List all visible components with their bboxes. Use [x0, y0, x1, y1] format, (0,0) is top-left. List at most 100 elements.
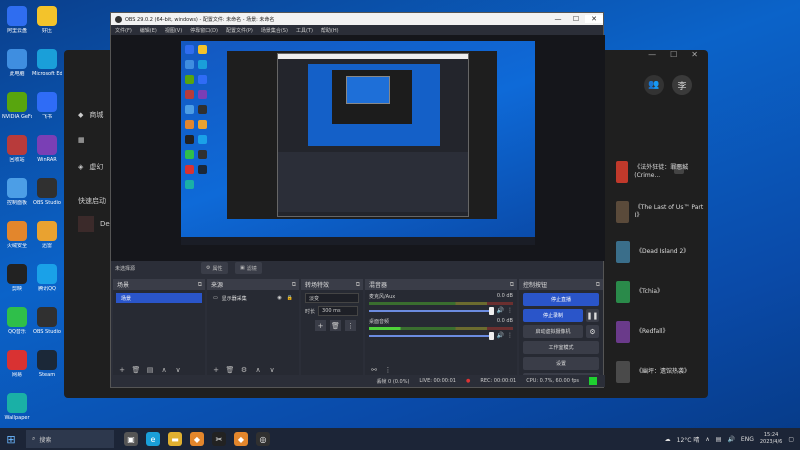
game-item[interactable]: 《Tchia》 [616, 274, 706, 310]
close-icon[interactable]: ✕ [585, 15, 603, 23]
filter-icon[interactable]: ▤ [144, 365, 156, 376]
jianying-icon[interactable]: ✂ [212, 432, 226, 446]
menu-item[interactable]: 帮助(H) [321, 27, 339, 34]
volume-slider[interactable] [369, 306, 494, 315]
close-icon[interactable]: ✕ [691, 50, 698, 64]
filters-button[interactable]: ▣ 滤镜 [235, 262, 262, 274]
game-item[interactable]: 《The Last of Us™ Part I》 [616, 194, 706, 230]
studio-mode-button[interactable]: 工作室模式 [523, 341, 599, 354]
menu-item[interactable]: 文件(F) [115, 27, 132, 34]
user-avatar[interactable]: 李 [672, 75, 692, 95]
desktop-icon[interactable]: 网易 [2, 348, 32, 387]
popout-icon[interactable]: ⧉ [356, 281, 360, 289]
desktop-icon[interactable]: QQ音乐 [2, 305, 32, 344]
friends-icon[interactable]: 👥 [644, 75, 664, 95]
desktop-icon[interactable]: 飞书 [32, 90, 62, 129]
desktop-icon[interactable]: 阿里云盘 [2, 4, 32, 43]
scene-item[interactable]: 场景 [116, 293, 202, 303]
popout-icon[interactable]: ⧉ [198, 281, 202, 289]
game-item[interactable]: 《法外狂徒：罪恶城 (Crime... [616, 154, 706, 190]
huorong-icon[interactable]: ◆ [190, 432, 204, 446]
popout-icon[interactable]: ⧉ [292, 281, 296, 289]
speaker-icon[interactable]: 🔊 [497, 307, 504, 314]
desktop-icon[interactable]: Microsoft Edge [32, 47, 62, 86]
obs-icon[interactable]: ◎ [256, 432, 270, 446]
virtual-camera-button[interactable]: 启动虚拟摄像机 [523, 325, 583, 338]
task-view-icon[interactable]: ▣ [124, 432, 138, 446]
eye-icon[interactable]: ◉ [277, 295, 281, 301]
arrow-down-icon[interactable]: ∨ [172, 365, 184, 376]
maximize-icon[interactable]: ☐ [567, 15, 585, 23]
desktop-icon[interactable]: OBS Studio [32, 305, 62, 344]
transition-select[interactable]: 淡变 [305, 293, 359, 303]
language-indicator[interactable]: ENG [741, 436, 754, 443]
windows-start-icon[interactable]: ⊞ [0, 433, 22, 446]
menu-item[interactable]: 配置文件(P) [226, 27, 253, 34]
trash-icon[interactable]: 🗑 [130, 365, 142, 376]
desktop-icon[interactable]: 火绒安全 [2, 219, 32, 258]
trash-icon[interactable]: 🗑 [224, 365, 236, 376]
menu-item[interactable]: 场景集合(S) [261, 27, 288, 34]
file-explorer-icon[interactable]: ▬ [168, 432, 182, 446]
stop-recording-button[interactable]: 停止录制 [523, 309, 583, 322]
notification-icon[interactable]: ▢ [788, 436, 794, 443]
minimize-icon[interactable]: — [549, 15, 567, 23]
preview-canvas[interactable] [181, 41, 535, 245]
desktop-icon[interactable]: 好压 [32, 4, 62, 43]
settings-button[interactable]: 设置 [523, 357, 599, 370]
popout-icon[interactable]: ⧉ [510, 281, 514, 289]
popout-icon[interactable]: ⧉ [596, 281, 600, 289]
menu-icon[interactable]: ⋮ [507, 307, 513, 314]
arrow-down-icon[interactable]: ∨ [266, 365, 278, 376]
desktop-icon[interactable]: Steam [32, 348, 62, 387]
menu-item[interactable]: 工具(T) [296, 27, 313, 34]
source-item[interactable]: ▭ 显示器采集 ◉ 🔒 [210, 293, 296, 303]
link-icon[interactable]: ⚯ [368, 365, 380, 376]
add-icon[interactable]: + [116, 365, 128, 376]
speaker-icon[interactable]: 🔊 [497, 332, 504, 339]
stop-streaming-button[interactable]: 停止直播 [523, 293, 599, 306]
desktop-icon[interactable]: OBS Studio [32, 176, 62, 215]
menu-icon[interactable]: ⋮ [345, 320, 356, 331]
gear-icon[interactable]: ⚙ [586, 325, 599, 338]
nav-library[interactable]: ◈ 虚幻 [78, 162, 103, 172]
app-icon[interactable]: ◆ [234, 432, 248, 446]
menu-item[interactable]: 编辑(E) [140, 27, 157, 34]
add-icon[interactable]: + [210, 365, 222, 376]
maximize-icon[interactable]: ☐ [670, 50, 677, 64]
game-item[interactable]: 《Dead Island 2》 [616, 234, 706, 270]
minimize-icon[interactable]: — [648, 50, 656, 64]
menu-item[interactable]: 停靠窗口(D) [190, 27, 218, 34]
nav-store[interactable]: ◆ 商城 [78, 110, 103, 120]
nav-grid[interactable]: ▦ [78, 136, 85, 144]
desktop-icon[interactable]: WinRAR [32, 133, 62, 172]
desktop-icon[interactable]: 回收站 [2, 133, 32, 172]
desktop-icon[interactable]: 腾讯QQ [32, 262, 62, 301]
clock[interactable]: 15:24 2023/4/6 [760, 432, 782, 446]
edge-icon[interactable]: e [146, 432, 160, 446]
menu-icon[interactable]: ⋮ [382, 365, 394, 376]
trash-icon[interactable]: 🗑 [330, 320, 341, 331]
add-icon[interactable]: + [315, 320, 326, 331]
arrow-up-icon[interactable]: ∧ [252, 365, 264, 376]
desktop-icon[interactable]: 此电脑 [2, 47, 32, 86]
menu-icon[interactable]: ⋮ [507, 332, 513, 339]
volume-slider[interactable] [369, 331, 494, 340]
chevron-up-icon[interactable]: ∧ [705, 436, 709, 443]
network-icon[interactable]: ▤ [716, 436, 722, 443]
desktop-icon[interactable]: NVIDIA GeForce [2, 90, 32, 129]
properties-button[interactable]: ⚙ 属性 [201, 262, 228, 274]
desktop-icon[interactable]: 控制面板 [2, 176, 32, 215]
game-item[interactable]: 《Redfall》 [616, 314, 706, 350]
gear-icon[interactable]: ⚙ [238, 365, 250, 376]
desktop-icon[interactable]: 迅雷 [32, 219, 62, 258]
duration-input[interactable]: 300 ms [318, 306, 359, 316]
pause-icon[interactable]: ❚❚ [586, 309, 599, 322]
desktop-icon[interactable]: Wallpaper [2, 391, 32, 430]
game-item[interactable]: 《幽坪：遗馆热袭》 [616, 354, 706, 390]
arrow-up-icon[interactable]: ∧ [158, 365, 170, 376]
desktop-icon[interactable]: 剪映 [2, 262, 32, 301]
volume-icon[interactable]: 🔊 [727, 436, 734, 443]
lock-icon[interactable]: 🔒 [287, 295, 293, 301]
menu-item[interactable]: 视图(V) [165, 27, 182, 34]
